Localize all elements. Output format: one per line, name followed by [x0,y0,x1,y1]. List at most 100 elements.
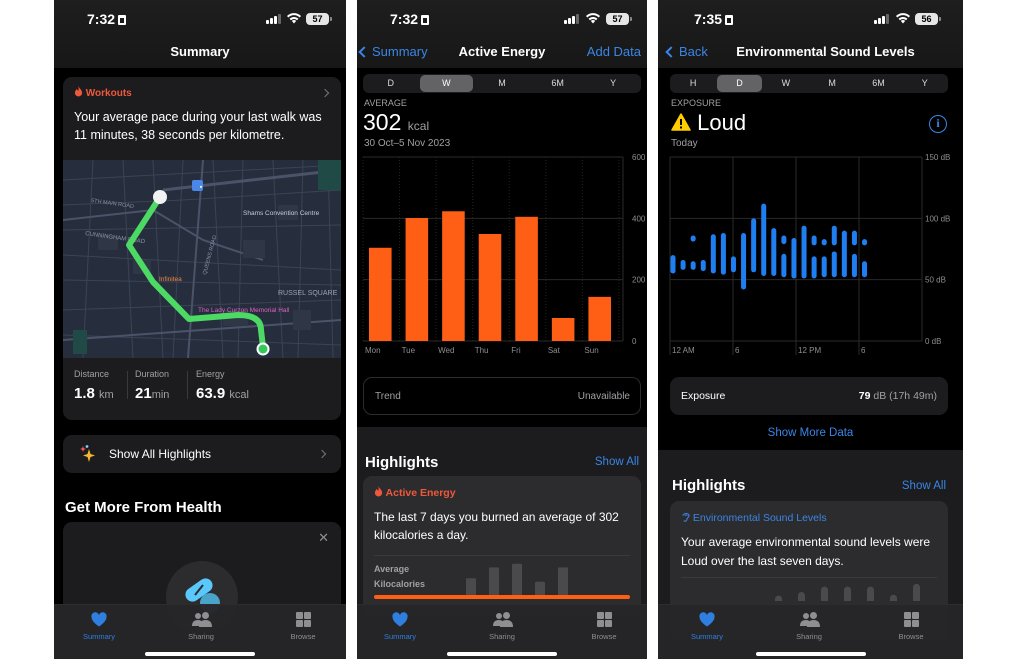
average-kcal-mini-chart [466,563,568,598]
sound-range-bar [862,261,868,278]
highlights-title: Highlights [672,477,746,494]
sound-levels-chart[interactable]: 0 dB 50 dB 100 dB 150 dB 12 AM 6 12 PM 6 [658,150,963,360]
exposure-row[interactable]: Exposure 79 dB (17h 49m) [670,377,948,415]
segment-6-months[interactable]: 6M [531,75,585,92]
phone-active-energy-screen: 7:32 57 Summary Active Energy Add Data D… [357,0,647,659]
tab-summary[interactable]: Summary [370,611,430,641]
sound-range-bar [862,239,868,246]
id-badge-icon [421,15,430,25]
segment-year[interactable]: Y [586,75,640,92]
segment-day[interactable]: D [717,75,762,92]
trend-row[interactable]: Trend Unavailable [363,377,641,415]
x-tick-label: 6 [735,346,740,355]
home-indicator[interactable] [755,652,866,656]
highlights-title: Highlights [365,454,439,471]
x-tick-label: Mon [365,346,381,355]
segment-month[interactable]: M [475,75,529,92]
bar-mon [369,247,392,341]
tab-sharing[interactable]: Sharing [171,611,231,641]
tab-summary[interactable]: Summary [69,611,129,641]
bar-wed [442,211,465,341]
sound-range-bar [821,256,827,278]
time-range-segmented-control[interactable]: H D W M 6M Y [670,74,948,93]
tab-bar: Summary Sharing Browse [357,604,647,659]
ear-icon [682,512,690,522]
y-tick-label: 0 [632,337,637,346]
cellular-signal-icon [266,14,281,24]
status-bar: 7:35 56 [658,10,963,30]
sound-range-bar [710,234,716,274]
segment-year[interactable]: Y [903,75,947,92]
x-tick-label: Sat [548,346,561,355]
show-all-link[interactable]: Show All [902,480,946,492]
sound-range-bar [751,218,757,273]
map-poi-label: Shams Convention Centre [243,210,320,217]
segment-6-months[interactable]: 6M [856,75,900,92]
section-title: Get More From Health [65,499,222,516]
sound-range-bar [851,230,857,246]
highlight-card-active-energy[interactable]: Active Energy The last 7 days you burned… [363,476,641,616]
sound-range-bar [741,233,747,290]
tab-sharing[interactable]: Sharing [779,611,839,641]
sound-range-bar [781,235,787,245]
sound-range-bar [690,261,696,270]
bar-sat [551,318,575,341]
sound-range-bar [730,256,736,273]
id-badge-icon [118,15,127,25]
active-energy-chart[interactable]: 0 200 400 600 Mon Tue Wed Thu Fri Sat Sun [357,150,647,360]
chevron-right-icon [320,88,330,98]
x-tick-label: Fri [511,346,521,355]
mini-bar [798,592,805,601]
segment-hour[interactable]: H [671,75,715,92]
show-more-data-link[interactable]: Show More Data [658,427,963,439]
show-all-highlights-button[interactable]: Show All Highlights [63,435,341,473]
close-icon[interactable]: ✕ [318,530,329,546]
home-indicator[interactable] [145,652,255,656]
sound-range-bar [851,253,857,278]
stat-distance-value: 1.8 km [74,385,114,402]
info-icon[interactable]: i [929,115,947,133]
flame-icon [374,486,383,497]
tab-sharing[interactable]: Sharing [472,611,532,641]
y-tick-label: 50 dB [925,276,946,285]
trend-value: Unavailable [577,391,630,402]
y-tick-label: 150 dB [925,153,950,162]
bar-sun [588,296,611,341]
stat-energy-label: Energy [196,369,225,379]
tab-browse[interactable]: Browse [574,611,634,641]
add-data-button[interactable]: Add Data [587,44,641,59]
time-range-segmented-control[interactable]: D W M 6M Y [363,74,641,93]
phone-sound-levels-screen: 7:35 56 Back Environmental Sound Levels … [658,0,963,659]
tab-bar: Summary Sharing Browse [54,604,346,659]
tab-summary[interactable]: Summary [677,611,737,641]
segment-week[interactable]: W [764,75,808,92]
tab-browse[interactable]: Browse [881,611,941,641]
divider [127,371,128,399]
sound-range-bar [700,260,706,272]
home-indicator[interactable] [447,652,557,656]
status-bar: 7:32 57 [357,10,647,30]
x-tick-label: Sun [584,346,598,355]
cellular-signal-icon [564,14,579,24]
stat-value: Loud [671,110,746,136]
route-map[interactable]: ▪ 5TH MAIN ROAD CUNNINGHAM ROAD QUEENS R… [63,160,341,358]
grid-icon [296,612,311,627]
divider [187,371,188,399]
x-tick-label: Tue [402,346,416,355]
workouts-card[interactable]: Workouts Your average pace during your l… [63,77,341,420]
stat-subtitle: Today [671,138,698,149]
segment-month[interactable]: M [810,75,854,92]
highlight-category: Environmental Sound Levels [681,511,827,524]
segment-day[interactable]: D [364,75,418,92]
bar-tue [405,218,429,341]
x-tick-label: Wed [438,346,454,355]
stat-value: 302 kcal [363,109,430,135]
tab-bar: Summary Sharing Browse [658,604,963,659]
sound-range-bar [791,237,797,279]
status-bar: 7:32 57 [54,10,346,30]
segment-week[interactable]: W [419,75,474,92]
show-all-link[interactable]: Show All [595,456,639,468]
mini-bar [867,586,874,601]
stat-energy-value: 63.9 kcal [196,385,249,402]
tab-browse[interactable]: Browse [273,611,333,641]
